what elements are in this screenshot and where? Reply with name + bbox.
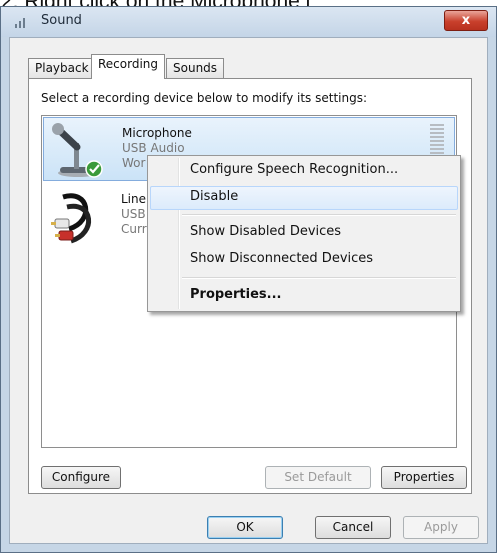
menu-item-show-disconnected-devices[interactable]: Show Disconnected Devices (150, 248, 458, 272)
properties-button[interactable]: Properties (381, 466, 467, 489)
configure-button[interactable]: Configure (41, 466, 121, 489)
menu-separator (182, 214, 456, 216)
set-default-button[interactable]: Set Default (265, 466, 371, 489)
menu-item-properties[interactable]: Properties... (150, 284, 458, 308)
device-description: USB Audio (122, 141, 185, 155)
menu-item-configure-speech-recognition[interactable]: Configure Speech Recognition... (150, 159, 458, 183)
green-checkmark-icon (85, 160, 103, 178)
close-button[interactable]: x (444, 10, 488, 31)
microphone-icon (52, 123, 103, 178)
menu-separator (182, 277, 456, 279)
menu-item-show-disabled-devices[interactable]: Show Disabled Devices (150, 221, 458, 245)
device-status: Wor (122, 156, 146, 170)
window-title: Sound (41, 13, 82, 28)
rca-cable-icon (51, 193, 91, 244)
instruction-text: Select a recording device below to modif… (41, 91, 368, 105)
title-bar[interactable]: Sound x (1, 7, 496, 37)
device-context-menu: Configure Speech Recognition... Disable … (147, 155, 461, 312)
tab-recording[interactable]: Recording (91, 54, 166, 79)
device-description: USB (121, 207, 146, 221)
apply-button[interactable]: Apply (403, 516, 479, 539)
tab-playback[interactable]: Playback (28, 58, 96, 78)
device-status: Curr (121, 222, 147, 236)
device-name: Microphone (122, 126, 192, 140)
ok-button[interactable]: OK (207, 516, 283, 539)
tab-sounds[interactable]: Sounds (166, 58, 225, 78)
cancel-button[interactable]: Cancel (315, 516, 391, 539)
speaker-icon (15, 16, 29, 28)
device-name: Line (121, 192, 147, 206)
menu-item-disable[interactable]: Disable (150, 186, 458, 210)
